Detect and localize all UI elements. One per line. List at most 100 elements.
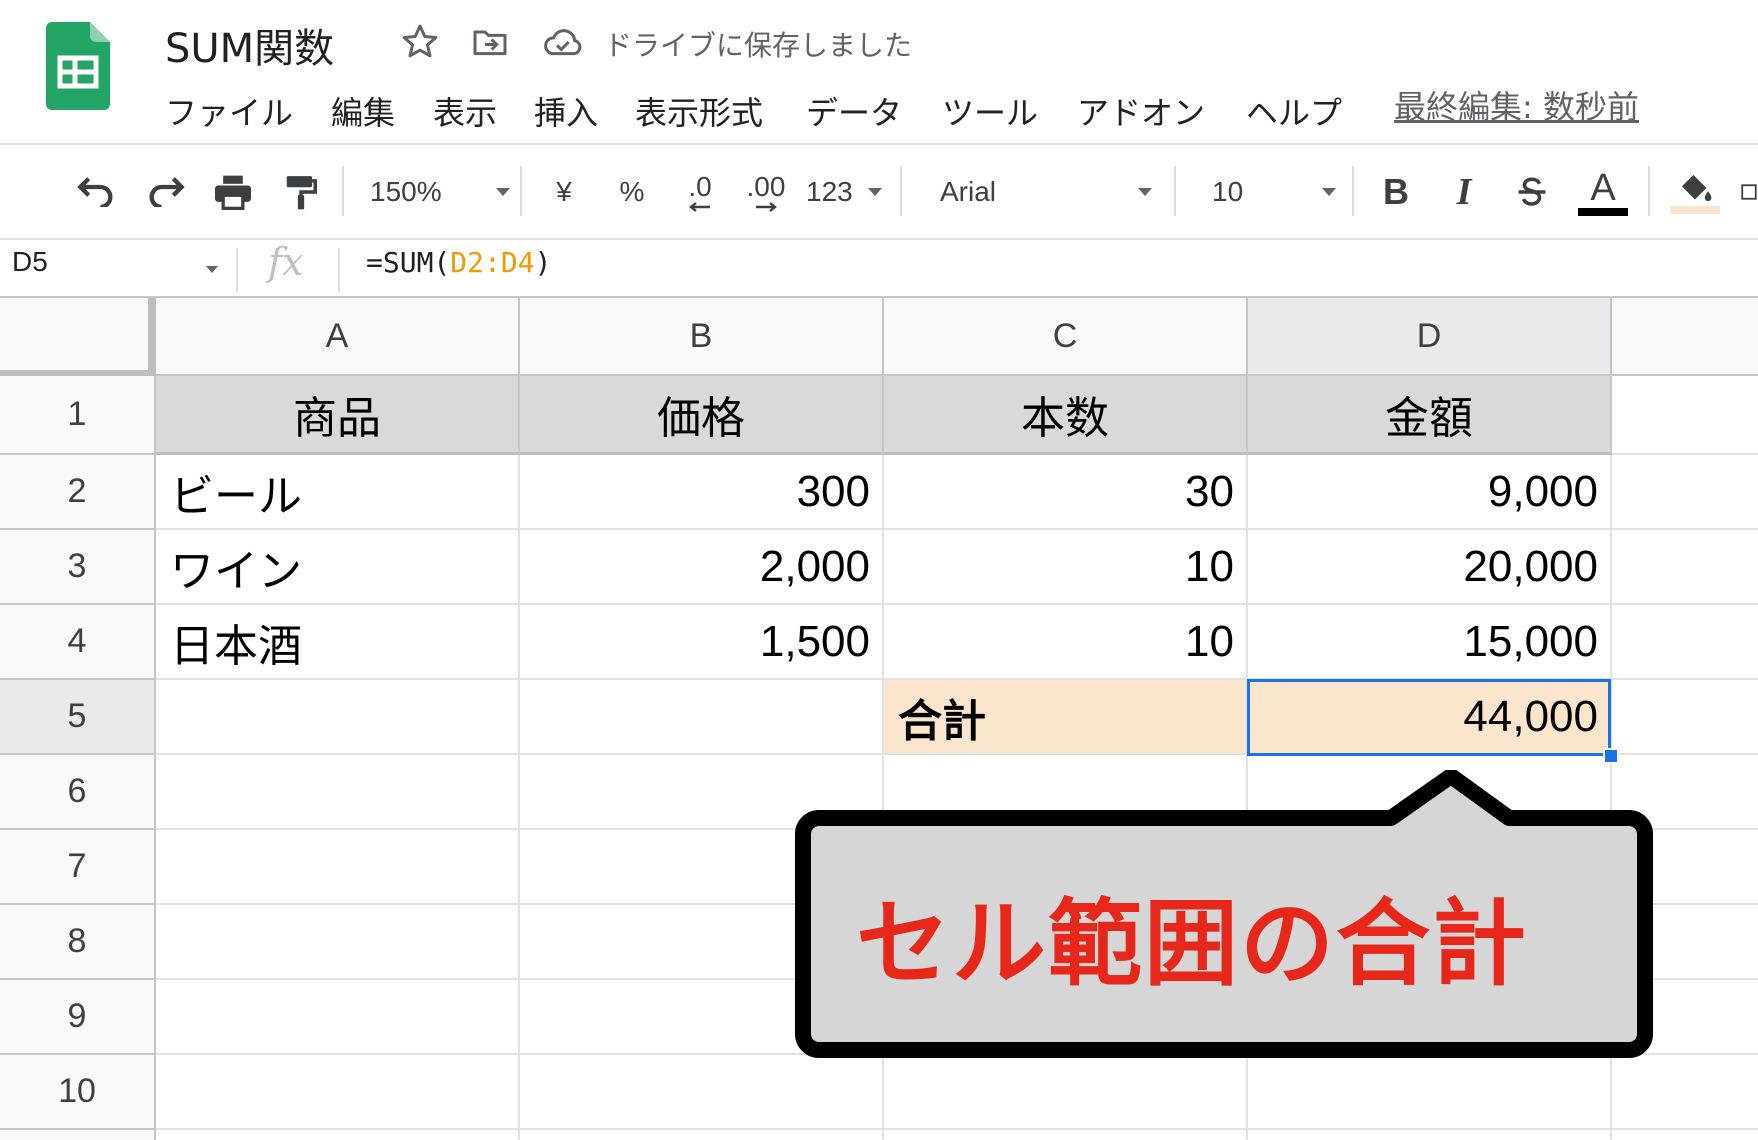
- menu-help[interactable]: ヘルプ: [1246, 88, 1342, 134]
- cell-b5[interactable]: [520, 680, 884, 755]
- paint-format-icon: [286, 176, 317, 210]
- increase-decimal-button[interactable]: .00: [738, 146, 794, 238]
- percent-format-button[interactable]: %: [612, 146, 652, 238]
- cell-d3[interactable]: 20,000: [1248, 530, 1612, 605]
- font-select[interactable]: Arial: [940, 146, 1152, 238]
- toolbar-separator: [900, 166, 902, 216]
- undo-icon: [77, 177, 113, 207]
- print-button[interactable]: [208, 146, 258, 238]
- cell-c3[interactable]: 10: [884, 530, 1248, 605]
- borders-button[interactable]: [1740, 146, 1758, 238]
- cell-a6[interactable]: [156, 755, 520, 830]
- menu-data[interactable]: データ: [806, 88, 902, 134]
- menu-format[interactable]: 表示形式: [635, 88, 763, 134]
- menu-insert[interactable]: 挿入: [534, 88, 598, 134]
- row-header-2[interactable]: 2: [0, 455, 156, 530]
- cell-a11[interactable]: [156, 1130, 520, 1140]
- cell-d4[interactable]: 15,000: [1248, 605, 1612, 680]
- formula-bar-separator: [338, 248, 340, 292]
- row-header-7[interactable]: 7: [0, 830, 156, 905]
- cell-c5-total-label[interactable]: 合計: [884, 680, 1248, 755]
- row-header-8[interactable]: 8: [0, 905, 156, 980]
- row-header-9[interactable]: 9: [0, 980, 156, 1055]
- last-edit-link[interactable]: 最終編集: 数秒前: [1394, 82, 1639, 128]
- toolbar-separator: [1648, 166, 1650, 216]
- chevron-down-icon: [1138, 188, 1152, 196]
- select-all-corner[interactable]: [0, 298, 156, 376]
- cell-b10[interactable]: [520, 1055, 884, 1130]
- row-header-10[interactable]: 10: [0, 1055, 156, 1130]
- menu-view[interactable]: 表示: [433, 88, 497, 134]
- cell-a10[interactable]: [156, 1055, 520, 1130]
- font-size-select[interactable]: 10: [1212, 146, 1336, 238]
- row-header-6[interactable]: 6: [0, 755, 156, 830]
- italic-button[interactable]: I: [1444, 146, 1484, 238]
- cell-a5[interactable]: [156, 680, 520, 755]
- row-header-1[interactable]: 1: [0, 376, 156, 455]
- star-icon[interactable]: [400, 22, 440, 62]
- undo-button[interactable]: [72, 146, 122, 238]
- document-title[interactable]: SUM関数: [165, 16, 334, 74]
- decrease-decimal-button[interactable]: .0: [672, 146, 728, 238]
- sheets-logo-icon[interactable]: [46, 22, 110, 110]
- strikethrough-button[interactable]: [1510, 146, 1554, 238]
- move-to-folder-icon[interactable]: [470, 22, 510, 62]
- cell-a1[interactable]: 商品: [156, 376, 520, 455]
- row-header-4[interactable]: 4: [0, 605, 156, 680]
- cell-e1[interactable]: [1612, 376, 1758, 455]
- cell-b2[interactable]: 300: [520, 455, 884, 530]
- cell-c4[interactable]: 10: [884, 605, 1248, 680]
- menu-tools[interactable]: ツール: [942, 88, 1038, 134]
- name-box[interactable]: D5: [12, 246, 48, 278]
- name-box-dropdown-icon[interactable]: [206, 266, 218, 273]
- cell-e2[interactable]: [1612, 455, 1758, 530]
- cell-a4[interactable]: 日本酒: [156, 605, 520, 680]
- cell-a9[interactable]: [156, 980, 520, 1055]
- cell-b11[interactable]: [520, 1130, 884, 1140]
- cell-a3[interactable]: ワイン: [156, 530, 520, 605]
- menu-edit[interactable]: 編集: [331, 88, 395, 134]
- cell-a8[interactable]: [156, 905, 520, 980]
- cell-d5-total-value[interactable]: 44,000: [1248, 680, 1612, 755]
- cell-c10[interactable]: [884, 1055, 1248, 1130]
- menu-file[interactable]: ファイル: [165, 88, 293, 134]
- column-header-a[interactable]: A: [156, 298, 520, 376]
- row-header-3[interactable]: 3: [0, 530, 156, 605]
- cell-e5[interactable]: [1612, 680, 1758, 755]
- cell-c1[interactable]: 本数: [884, 376, 1248, 455]
- cell-d1[interactable]: 金額: [1248, 376, 1612, 455]
- cell-e10[interactable]: [1612, 1055, 1758, 1130]
- redo-button[interactable]: [140, 146, 190, 238]
- column-header-d[interactable]: D: [1248, 298, 1612, 376]
- fill-color-button[interactable]: [1668, 146, 1722, 238]
- cell-b4[interactable]: 1,500: [520, 605, 884, 680]
- bold-button[interactable]: B: [1376, 146, 1416, 238]
- cell-e3[interactable]: [1612, 530, 1758, 605]
- text-color-button[interactable]: A: [1576, 146, 1630, 238]
- formula-input[interactable]: =SUM(D2:D4): [366, 246, 551, 279]
- currency-format-button[interactable]: ¥: [544, 146, 584, 238]
- zoom-select[interactable]: 150%: [370, 146, 510, 238]
- cell-d2[interactable]: 9,000: [1248, 455, 1612, 530]
- cell-d11[interactable]: [1248, 1130, 1612, 1140]
- column-header-b[interactable]: B: [520, 298, 884, 376]
- print-icon: [215, 175, 251, 210]
- cell-b1[interactable]: 価格: [520, 376, 884, 455]
- cell-d10[interactable]: [1248, 1055, 1612, 1130]
- column-header-e[interactable]: [1612, 298, 1758, 376]
- fill-color-swatch: [1670, 206, 1720, 214]
- menu-addons[interactable]: アドオン: [1077, 88, 1205, 134]
- fill-handle[interactable]: [1603, 748, 1619, 764]
- column-header-c[interactable]: C: [884, 298, 1248, 376]
- cell-e4[interactable]: [1612, 605, 1758, 680]
- row-header-11[interactable]: [0, 1130, 156, 1140]
- cell-c2[interactable]: 30: [884, 455, 1248, 530]
- cell-b3[interactable]: 2,000: [520, 530, 884, 605]
- row-header-5[interactable]: 5: [0, 680, 156, 755]
- cell-c11[interactable]: [884, 1130, 1248, 1140]
- more-formats-button[interactable]: 123: [806, 146, 882, 238]
- cell-a2[interactable]: ビール: [156, 455, 520, 530]
- paint-format-button[interactable]: [276, 146, 326, 238]
- cell-a7[interactable]: [156, 830, 520, 905]
- zoom-value: 150%: [370, 176, 442, 207]
